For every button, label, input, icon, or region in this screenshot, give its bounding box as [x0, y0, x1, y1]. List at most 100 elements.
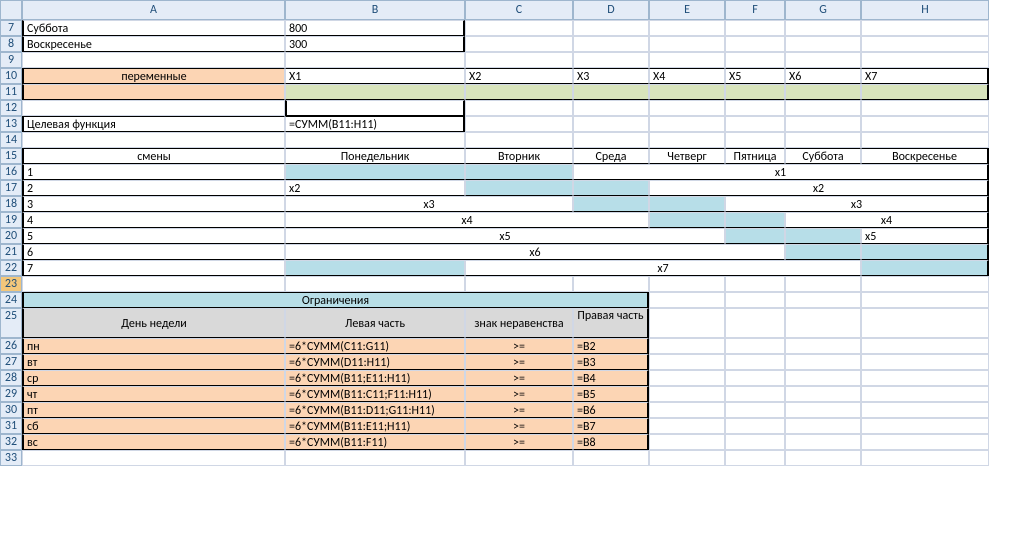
cell-D27[interactable]: =B3 — [573, 354, 649, 370]
cell-C26[interactable]: >= — [465, 338, 573, 354]
cell-D11[interactable] — [573, 84, 649, 100]
cell-F31[interactable] — [725, 418, 785, 434]
cell-G20[interactable] — [785, 228, 861, 244]
cell-C33[interactable] — [465, 450, 573, 466]
cell-F12[interactable] — [725, 100, 785, 116]
cell-C32[interactable]: >= — [465, 434, 573, 450]
cell-D29[interactable]: =B5 — [573, 386, 649, 402]
cell-G9[interactable] — [785, 52, 861, 68]
cell-B31[interactable]: =6*СУММ(B11:E11;H11) — [285, 418, 465, 434]
cell-H24[interactable] — [861, 292, 989, 308]
cell-C30[interactable]: >= — [465, 402, 573, 418]
cell-D26[interactable]: =B2 — [573, 338, 649, 354]
cell-D15[interactable]: Среда — [573, 148, 649, 164]
cell-B14[interactable] — [285, 132, 465, 148]
cell-B17[interactable]: x2 — [285, 180, 465, 196]
cell-E18[interactable] — [649, 196, 725, 212]
row-header-31[interactable]: 31 — [0, 418, 22, 434]
cell-E28[interactable] — [649, 370, 725, 386]
cell-F33[interactable] — [725, 450, 785, 466]
cell-H23[interactable] — [861, 276, 989, 292]
cell-H29[interactable] — [861, 386, 989, 402]
row-header-14[interactable]: 14 — [0, 132, 22, 148]
cell-F8[interactable] — [725, 36, 785, 52]
row-header-16[interactable]: 16 — [0, 164, 22, 180]
cell-A7[interactable]: Суббота — [22, 20, 285, 36]
cell-C10[interactable]: X2 — [465, 68, 573, 84]
cell-A10[interactable]: переменные — [22, 68, 285, 84]
cell-C11[interactable] — [465, 84, 573, 100]
cell-A22[interactable]: 7 — [22, 260, 285, 276]
cell-A25[interactable]: День недели — [22, 308, 285, 338]
row-header-23[interactable]: 23 — [0, 276, 22, 292]
cell-C16[interactable] — [465, 164, 573, 180]
cell-G14[interactable] — [785, 132, 861, 148]
cell-F26[interactable] — [725, 338, 785, 354]
cell-F9[interactable] — [725, 52, 785, 68]
row-header-8[interactable]: 8 — [0, 36, 22, 52]
cell-C8[interactable] — [465, 36, 573, 52]
cell-E19[interactable] — [649, 212, 725, 228]
cell-A31[interactable]: сб — [22, 418, 285, 434]
select-all-corner[interactable] — [0, 0, 22, 20]
cell-C7[interactable] — [465, 20, 573, 36]
cell-x3a[interactable]: x3 — [285, 196, 573, 212]
cell-G31[interactable] — [785, 418, 861, 434]
col-header-A[interactable]: A — [22, 0, 285, 20]
cell-G21[interactable] — [785, 244, 861, 260]
row-header-25[interactable]: 25 — [0, 308, 22, 338]
cell-A15[interactable]: смены — [22, 148, 285, 164]
cell-E33[interactable] — [649, 450, 725, 466]
cell-E32[interactable] — [649, 434, 725, 450]
cell-C9[interactable] — [465, 52, 573, 68]
cell-F28[interactable] — [725, 370, 785, 386]
col-header-H[interactable]: H — [861, 0, 989, 20]
cell-B30[interactable]: =6*СУММ(B11:D11;G11:H11) — [285, 402, 465, 418]
row-header-12[interactable]: 12 — [0, 100, 22, 116]
cell-A29[interactable]: чт — [22, 386, 285, 402]
cell-E30[interactable] — [649, 402, 725, 418]
cell-D30[interactable]: =B6 — [573, 402, 649, 418]
row-header-20[interactable]: 20 — [0, 228, 22, 244]
cell-x5b[interactable]: x5 — [861, 228, 989, 244]
row-header-32[interactable]: 32 — [0, 434, 22, 450]
col-header-B[interactable]: B — [285, 0, 465, 20]
row-header-26[interactable]: 26 — [0, 338, 22, 354]
cell-x5a[interactable]: x5 — [285, 228, 725, 244]
cell-D7[interactable] — [573, 20, 649, 36]
row-header-21[interactable]: 21 — [0, 244, 22, 260]
cell-C13[interactable] — [465, 116, 573, 132]
cell-D28[interactable]: =B4 — [573, 370, 649, 386]
cell-D23[interactable] — [573, 276, 649, 292]
cell-E7[interactable] — [649, 20, 725, 36]
cell-A30[interactable]: пт — [22, 402, 285, 418]
cell-H33[interactable] — [861, 450, 989, 466]
col-header-E[interactable]: E — [649, 0, 725, 20]
cell-F11[interactable] — [725, 84, 785, 100]
cell-A11[interactable] — [22, 84, 285, 100]
cell-F24[interactable] — [725, 292, 785, 308]
cell-D10[interactable]: X3 — [573, 68, 649, 84]
cell-F7[interactable] — [725, 20, 785, 36]
cell-C15[interactable]: Вторник — [465, 148, 573, 164]
cell-H32[interactable] — [861, 434, 989, 450]
cell-G25[interactable] — [785, 308, 861, 338]
cell-x3b[interactable]: x3 — [725, 196, 989, 212]
cell-B9[interactable] — [285, 52, 465, 68]
cell-H7[interactable] — [861, 20, 989, 36]
cell-F30[interactable] — [725, 402, 785, 418]
cell-H13[interactable] — [861, 116, 989, 132]
cell-G12[interactable] — [785, 100, 861, 116]
cell-E15[interactable]: Четверг — [649, 148, 725, 164]
row-header-22[interactable]: 22 — [0, 260, 22, 276]
col-header-F[interactable]: F — [725, 0, 785, 20]
cell-B27[interactable]: =6*СУММ(D11:H11) — [285, 354, 465, 370]
cell-F14[interactable] — [725, 132, 785, 148]
cell-H8[interactable] — [861, 36, 989, 52]
cell-B7[interactable]: 800 — [285, 20, 465, 36]
cell-A19[interactable]: 4 — [22, 212, 285, 228]
cell-C28[interactable]: >= — [465, 370, 573, 386]
row-header-13[interactable]: 13 — [0, 116, 22, 132]
cell-H11[interactable] — [861, 84, 989, 100]
col-header-G[interactable]: G — [785, 0, 861, 20]
